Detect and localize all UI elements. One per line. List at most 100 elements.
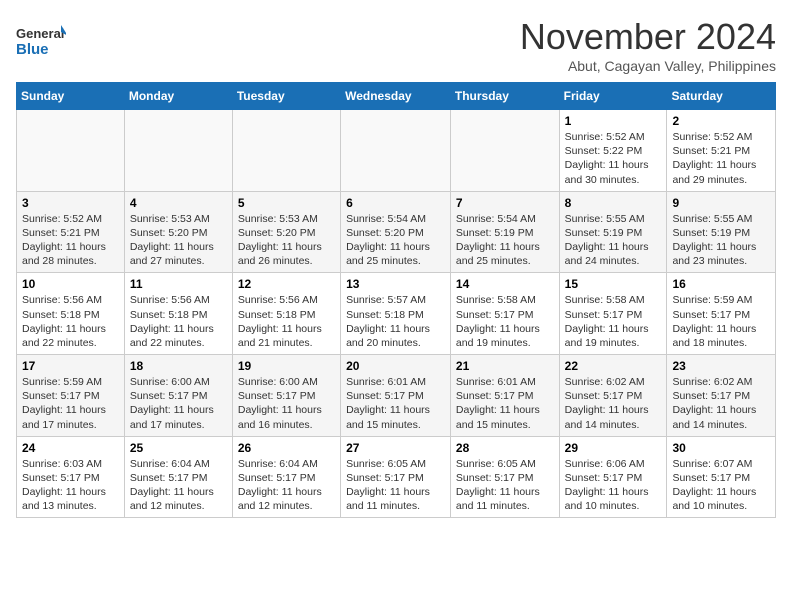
calendar-cell: 13 Sunrise: 5:57 AM Sunset: 5:18 PM Dayli…	[341, 273, 451, 355]
calendar-cell: 14 Sunrise: 5:58 AM Sunset: 5:17 PM Dayli…	[450, 273, 559, 355]
calendar-cell: 3 Sunrise: 5:52 AM Sunset: 5:21 PM Daylig…	[17, 191, 125, 273]
day-number: 4	[130, 196, 227, 210]
calendar-cell	[341, 110, 451, 192]
day-number: 7	[456, 196, 554, 210]
header-thursday: Thursday	[450, 83, 559, 110]
day-info: Sunrise: 6:00 AM Sunset: 5:17 PM Dayligh…	[238, 375, 335, 432]
calendar-cell	[17, 110, 125, 192]
week-row-1: 1 Sunrise: 5:52 AM Sunset: 5:22 PM Daylig…	[17, 110, 776, 192]
day-info: Sunrise: 6:06 AM Sunset: 5:17 PM Dayligh…	[565, 457, 662, 514]
calendar-cell: 7 Sunrise: 5:54 AM Sunset: 5:19 PM Daylig…	[450, 191, 559, 273]
page-header: General Blue November 2024 Abut, Cagayan…	[16, 16, 776, 74]
day-info: Sunrise: 6:03 AM Sunset: 5:17 PM Dayligh…	[22, 457, 119, 514]
day-info: Sunrise: 6:04 AM Sunset: 5:17 PM Dayligh…	[238, 457, 335, 514]
svg-text:Blue: Blue	[16, 41, 49, 58]
day-number: 28	[456, 441, 554, 455]
day-number: 27	[346, 441, 445, 455]
day-number: 22	[565, 359, 662, 373]
week-row-5: 24Sunrise: 6:03 AM Sunset: 5:17 PM Dayli…	[17, 436, 776, 518]
day-number: 3	[22, 196, 119, 210]
location: Abut, Cagayan Valley, Philippines	[520, 58, 776, 74]
day-number: 12	[238, 277, 335, 291]
calendar-cell: 4 Sunrise: 5:53 AM Sunset: 5:20 PM Daylig…	[124, 191, 232, 273]
day-number: 15	[565, 277, 662, 291]
day-number: 26	[238, 441, 335, 455]
calendar-cell: 1 Sunrise: 5:52 AM Sunset: 5:22 PM Daylig…	[559, 110, 667, 192]
calendar-cell: 16Sunrise: 5:59 AM Sunset: 5:17 PM Dayli…	[667, 273, 776, 355]
header-wednesday: Wednesday	[341, 83, 451, 110]
day-info: Sunrise: 5:52 AM Sunset: 5:22 PM Dayligh…	[565, 130, 662, 187]
day-number: 19	[238, 359, 335, 373]
day-info: Sunrise: 6:01 AM Sunset: 5:17 PM Dayligh…	[346, 375, 445, 432]
calendar-cell: 12Sunrise: 5:56 AM Sunset: 5:18 PM Dayli…	[232, 273, 340, 355]
day-info: Sunrise: 6:02 AM Sunset: 5:17 PM Dayligh…	[672, 375, 770, 432]
header-sunday: Sunday	[17, 83, 125, 110]
calendar-cell: 9Sunrise: 5:55 AM Sunset: 5:19 PM Daylig…	[667, 191, 776, 273]
calendar-table: SundayMondayTuesdayWednesdayThursdayFrid…	[16, 82, 776, 518]
calendar-cell: 23 Sunrise: 6:02 AM Sunset: 5:17 PM Dayli…	[667, 355, 776, 437]
day-number: 2	[672, 114, 770, 128]
calendar-cell: 10Sunrise: 5:56 AM Sunset: 5:18 PM Dayli…	[17, 273, 125, 355]
day-number: 13	[346, 277, 445, 291]
day-number: 17	[22, 359, 119, 373]
calendar-cell: 17 Sunrise: 5:59 AM Sunset: 5:17 PM Dayli…	[17, 355, 125, 437]
day-number: 29	[565, 441, 662, 455]
day-number: 14	[456, 277, 554, 291]
calendar-cell: 26 Sunrise: 6:04 AM Sunset: 5:17 PM Dayli…	[232, 436, 340, 518]
day-number: 18	[130, 359, 227, 373]
logo: General Blue	[16, 20, 66, 62]
calendar-header-row: SundayMondayTuesdayWednesdayThursdayFrid…	[17, 83, 776, 110]
week-row-4: 17 Sunrise: 5:59 AM Sunset: 5:17 PM Dayli…	[17, 355, 776, 437]
title-section: November 2024 Abut, Cagayan Valley, Phil…	[520, 16, 776, 74]
day-info: Sunrise: 6:05 AM Sunset: 5:17 PM Dayligh…	[346, 457, 445, 514]
day-info: Sunrise: 5:52 AM Sunset: 5:21 PM Dayligh…	[22, 212, 119, 269]
calendar-cell: 21 Sunrise: 6:01 AM Sunset: 5:17 PM Dayli…	[450, 355, 559, 437]
header-tuesday: Tuesday	[232, 83, 340, 110]
day-info: Sunrise: 5:58 AM Sunset: 5:17 PM Dayligh…	[565, 293, 662, 350]
day-number: 1	[565, 114, 662, 128]
day-info: Sunrise: 6:07 AM Sunset: 5:17 PM Dayligh…	[672, 457, 770, 514]
day-number: 6	[346, 196, 445, 210]
week-row-3: 10 Sunrise: 5:56 AM Sunset: 5:18 PM Dayli…	[17, 273, 776, 355]
day-info: Sunrise: 5:52 AM Sunset: 5:21 PM Dayligh…	[672, 130, 770, 187]
day-number: 21	[456, 359, 554, 373]
header-friday: Friday	[559, 83, 667, 110]
calendar-cell: 22 Sunrise: 6:02 AM Sunset: 5:17 PM Dayli…	[559, 355, 667, 437]
month-title: November 2024	[520, 16, 776, 58]
day-info: Sunrise: 6:02 AM Sunset: 5:17 PM Dayligh…	[565, 375, 662, 432]
header-monday: Monday	[124, 83, 232, 110]
calendar-cell: 15 Sunrise: 5:58 AM Sunset: 5:17 PM Dayli…	[559, 273, 667, 355]
calendar-cell: 18Sunrise: 6:00 AM Sunset: 5:17 PM Dayli…	[124, 355, 232, 437]
day-number: 20	[346, 359, 445, 373]
day-info: Sunrise: 5:53 AM Sunset: 5:20 PM Dayligh…	[130, 212, 227, 269]
calendar-cell: 19 Sunrise: 6:00 AM Sunset: 5:17 PM Dayli…	[232, 355, 340, 437]
day-info: Sunrise: 6:05 AM Sunset: 5:17 PM Dayligh…	[456, 457, 554, 514]
calendar-cell: 8 Sunrise: 5:55 AM Sunset: 5:19 PM Daylig…	[559, 191, 667, 273]
calendar-cell: 6Sunrise: 5:54 AM Sunset: 5:20 PM Daylig…	[341, 191, 451, 273]
day-info: Sunrise: 6:01 AM Sunset: 5:17 PM Dayligh…	[456, 375, 554, 432]
calendar-cell	[124, 110, 232, 192]
day-number: 11	[130, 277, 227, 291]
day-number: 8	[565, 196, 662, 210]
logo-icon: General Blue	[16, 20, 66, 62]
calendar-cell	[450, 110, 559, 192]
day-number: 16	[672, 277, 770, 291]
day-info: Sunrise: 5:59 AM Sunset: 5:17 PM Dayligh…	[22, 375, 119, 432]
day-number: 9	[672, 196, 770, 210]
day-number: 10	[22, 277, 119, 291]
calendar-cell: 29 Sunrise: 6:06 AM Sunset: 5:17 PM Dayli…	[559, 436, 667, 518]
day-info: Sunrise: 5:54 AM Sunset: 5:19 PM Dayligh…	[456, 212, 554, 269]
day-info: Sunrise: 5:58 AM Sunset: 5:17 PM Dayligh…	[456, 293, 554, 350]
day-info: Sunrise: 5:56 AM Sunset: 5:18 PM Dayligh…	[130, 293, 227, 350]
calendar-cell: 24Sunrise: 6:03 AM Sunset: 5:17 PM Dayli…	[17, 436, 125, 518]
week-row-2: 3 Sunrise: 5:52 AM Sunset: 5:21 PM Daylig…	[17, 191, 776, 273]
calendar-cell	[232, 110, 340, 192]
calendar-cell: 20 Sunrise: 6:01 AM Sunset: 5:17 PM Dayli…	[341, 355, 451, 437]
day-info: Sunrise: 5:57 AM Sunset: 5:18 PM Dayligh…	[346, 293, 445, 350]
day-number: 23	[672, 359, 770, 373]
day-info: Sunrise: 5:53 AM Sunset: 5:20 PM Dayligh…	[238, 212, 335, 269]
calendar-cell: 30Sunrise: 6:07 AM Sunset: 5:17 PM Dayli…	[667, 436, 776, 518]
day-info: Sunrise: 5:55 AM Sunset: 5:19 PM Dayligh…	[565, 212, 662, 269]
calendar-cell: 27 Sunrise: 6:05 AM Sunset: 5:17 PM Dayli…	[341, 436, 451, 518]
calendar-cell: 5Sunrise: 5:53 AM Sunset: 5:20 PM Daylig…	[232, 191, 340, 273]
